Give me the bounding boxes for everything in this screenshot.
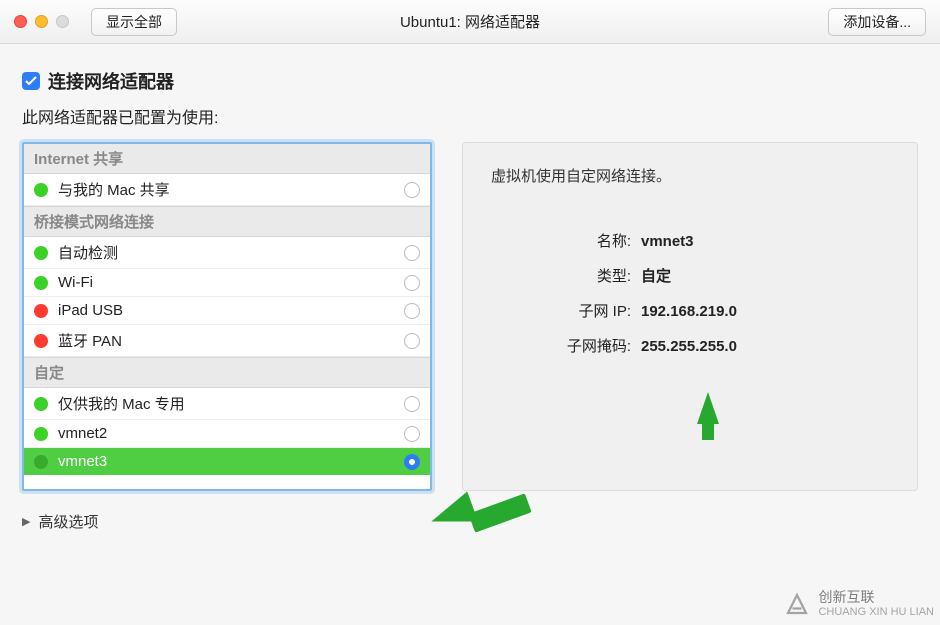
radio-icon[interactable] xyxy=(404,426,420,442)
group-header-custom: 自定 xyxy=(24,357,430,388)
details-kv: 名称: vmnet3 类型: 自定 子网 IP: 192.168.219.0 子… xyxy=(491,230,889,356)
connect-adapter-label: 连接网络适配器 xyxy=(48,68,174,94)
network-row-bluetooth-pan[interactable]: 蓝牙 PAN xyxy=(24,325,430,357)
network-row-label: 蓝牙 PAN xyxy=(58,330,122,351)
network-row-label: Wi-Fi xyxy=(58,274,93,291)
add-device-button[interactable]: 添加设备... xyxy=(828,8,926,36)
type-value: 自定 xyxy=(641,265,889,286)
minimize-icon[interactable] xyxy=(35,15,48,28)
status-dot-icon xyxy=(34,334,48,348)
connect-adapter-checkbox[interactable] xyxy=(22,72,40,90)
network-row-vmnet3[interactable]: vmnet3 xyxy=(24,448,430,475)
network-row-wifi[interactable]: Wi-Fi xyxy=(24,269,430,297)
network-row-label: 自动检测 xyxy=(58,242,118,263)
radio-icon[interactable] xyxy=(404,182,420,198)
network-row-autodetect[interactable]: 自动检测 xyxy=(24,237,430,269)
radio-icon[interactable] xyxy=(404,454,420,470)
radio-icon[interactable] xyxy=(404,245,420,261)
subnet-mask-value: 255.255.255.0 xyxy=(641,338,889,355)
close-icon[interactable] xyxy=(14,15,27,28)
type-label: 类型: xyxy=(491,265,641,286)
network-row-label: iPad USB xyxy=(58,302,123,319)
network-row-vmnet2[interactable]: vmnet2 xyxy=(24,420,430,448)
radio-icon[interactable] xyxy=(404,303,420,319)
traffic-lights xyxy=(14,15,69,28)
details-panel: 虚拟机使用自定网络连接。 名称: vmnet3 类型: 自定 子网 IP: 19… xyxy=(462,142,918,491)
watermark-logo-icon xyxy=(782,589,812,619)
watermark-en: CHUANG XIN HU LIAN xyxy=(818,606,934,618)
panels: Internet 共享 与我的 Mac 共享 桥接模式网络连接 自动检测 Wi-… xyxy=(22,142,918,491)
network-row-ipad-usb[interactable]: iPad USB xyxy=(24,297,430,325)
radio-icon[interactable] xyxy=(404,275,420,291)
network-row-label: vmnet2 xyxy=(58,425,107,442)
status-dot-icon xyxy=(34,276,48,290)
status-dot-icon xyxy=(34,304,48,318)
network-row-label: 与我的 Mac 共享 xyxy=(58,179,170,200)
connect-adapter-row: 连接网络适配器 xyxy=(22,68,918,94)
subnet-ip-value: 192.168.219.0 xyxy=(641,303,889,320)
status-dot-icon xyxy=(34,246,48,260)
radio-icon[interactable] xyxy=(404,333,420,349)
subnet-mask-label: 子网掩码: xyxy=(491,335,641,356)
status-dot-icon xyxy=(34,455,48,469)
show-all-button[interactable]: 显示全部 xyxy=(91,8,177,36)
status-dot-icon xyxy=(34,427,48,441)
configured-subtitle: 此网络适配器已配置为使用: xyxy=(22,104,918,128)
watermark-cn: 创新互联 xyxy=(818,590,934,605)
network-row-share-mac[interactable]: 与我的 Mac 共享 xyxy=(24,174,430,206)
content: 连接网络适配器 此网络适配器已配置为使用: Internet 共享 与我的 Ma… xyxy=(0,44,940,532)
watermark: 创新互联 CHUANG XIN HU LIAN xyxy=(782,589,934,619)
network-row-label: 仅供我的 Mac 专用 xyxy=(58,393,185,414)
details-description: 虚拟机使用自定网络连接。 xyxy=(491,165,889,186)
name-value: vmnet3 xyxy=(641,233,889,250)
radio-icon[interactable] xyxy=(404,396,420,412)
network-row-mac-only[interactable]: 仅供我的 Mac 专用 xyxy=(24,388,430,420)
group-header-bridged: 桥接模式网络连接 xyxy=(24,206,430,237)
name-label: 名称: xyxy=(491,230,641,251)
advanced-options-label: 高级选项 xyxy=(38,511,98,532)
subnet-ip-label: 子网 IP: xyxy=(491,300,641,321)
status-dot-icon xyxy=(34,183,48,197)
network-row-label: vmnet3 xyxy=(58,453,107,470)
network-list[interactable]: Internet 共享 与我的 Mac 共享 桥接模式网络连接 自动检测 Wi-… xyxy=(22,142,432,491)
status-dot-icon xyxy=(34,397,48,411)
zoom-icon xyxy=(56,15,69,28)
advanced-options-row[interactable]: ▶ 高级选项 xyxy=(22,511,918,532)
disclosure-triangle-icon[interactable]: ▶ xyxy=(22,515,30,528)
group-header-internet-sharing: Internet 共享 xyxy=(24,144,430,174)
titlebar: 显示全部 Ubuntu1: 网络适配器 添加设备... xyxy=(0,0,940,44)
